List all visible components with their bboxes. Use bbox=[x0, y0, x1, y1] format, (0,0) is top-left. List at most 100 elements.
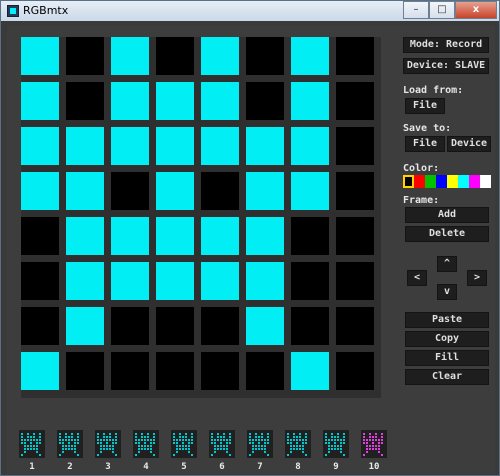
frame-thumbnail[interactable] bbox=[285, 430, 311, 458]
device-button[interactable]: Device: SLAVE bbox=[403, 58, 489, 74]
save-device-button[interactable]: Device bbox=[447, 136, 491, 152]
copy-button[interactable]: Copy bbox=[405, 331, 489, 347]
led-cell[interactable] bbox=[21, 172, 59, 210]
led-cell[interactable] bbox=[336, 172, 374, 210]
frame-thumbnail[interactable] bbox=[247, 430, 273, 458]
led-cell[interactable] bbox=[111, 352, 149, 390]
led-cell[interactable] bbox=[66, 172, 104, 210]
frame-thumbnail[interactable] bbox=[133, 430, 159, 458]
led-cell[interactable] bbox=[291, 262, 329, 300]
led-cell[interactable] bbox=[201, 37, 239, 75]
led-cell[interactable] bbox=[156, 127, 194, 165]
led-cell[interactable] bbox=[21, 307, 59, 345]
load-file-button[interactable]: File bbox=[405, 98, 445, 114]
led-cell[interactable] bbox=[21, 217, 59, 255]
frame-thumbnail[interactable] bbox=[95, 430, 121, 458]
shift-up-button[interactable]: ^ bbox=[437, 256, 457, 272]
led-cell[interactable] bbox=[156, 82, 194, 120]
clear-button[interactable]: Clear bbox=[405, 369, 489, 385]
led-cell[interactable] bbox=[336, 307, 374, 345]
led-cell[interactable] bbox=[156, 172, 194, 210]
frame-thumbnail[interactable] bbox=[209, 430, 235, 458]
led-cell[interactable] bbox=[66, 352, 104, 390]
shift-right-button[interactable]: > bbox=[467, 270, 487, 286]
led-cell[interactable] bbox=[21, 127, 59, 165]
led-cell[interactable] bbox=[336, 82, 374, 120]
led-cell[interactable] bbox=[201, 172, 239, 210]
led-cell[interactable] bbox=[111, 37, 149, 75]
frame-thumbnail[interactable] bbox=[57, 430, 83, 458]
led-cell[interactable] bbox=[156, 37, 194, 75]
led-cell[interactable] bbox=[156, 307, 194, 345]
led-cell[interactable] bbox=[336, 37, 374, 75]
led-cell[interactable] bbox=[21, 37, 59, 75]
fill-button[interactable]: Fill bbox=[405, 350, 489, 366]
mode-button[interactable]: Mode: Record bbox=[403, 37, 489, 53]
close-button[interactable]: x bbox=[455, 1, 497, 19]
led-cell[interactable] bbox=[336, 217, 374, 255]
led-cell[interactable] bbox=[66, 217, 104, 255]
led-cell[interactable] bbox=[66, 262, 104, 300]
color-swatch[interactable] bbox=[480, 175, 491, 188]
led-cell[interactable] bbox=[111, 217, 149, 255]
led-cell[interactable] bbox=[111, 262, 149, 300]
frame-thumbnail[interactable] bbox=[361, 430, 387, 458]
led-cell[interactable] bbox=[111, 127, 149, 165]
led-cell[interactable] bbox=[246, 82, 284, 120]
minimize-button[interactable]: – bbox=[403, 1, 429, 19]
led-cell[interactable] bbox=[201, 307, 239, 345]
led-cell[interactable] bbox=[291, 172, 329, 210]
led-cell[interactable] bbox=[336, 127, 374, 165]
save-file-button[interactable]: File bbox=[405, 136, 445, 152]
shift-left-button[interactable]: < bbox=[407, 270, 427, 286]
led-cell[interactable] bbox=[291, 307, 329, 345]
led-cell[interactable] bbox=[291, 37, 329, 75]
led-cell[interactable] bbox=[246, 217, 284, 255]
paste-button[interactable]: Paste bbox=[405, 312, 489, 328]
delete-frame-button[interactable]: Delete bbox=[405, 226, 489, 242]
led-cell[interactable] bbox=[66, 127, 104, 165]
title-bar[interactable]: RGBmtx – □ x bbox=[1, 1, 499, 21]
led-cell[interactable] bbox=[21, 82, 59, 120]
led-cell[interactable] bbox=[201, 352, 239, 390]
led-cell[interactable] bbox=[201, 127, 239, 165]
led-cell[interactable] bbox=[336, 262, 374, 300]
color-swatch[interactable] bbox=[425, 175, 436, 188]
color-swatch[interactable] bbox=[414, 175, 425, 188]
led-cell[interactable] bbox=[246, 352, 284, 390]
led-cell[interactable] bbox=[201, 82, 239, 120]
led-cell[interactable] bbox=[21, 352, 59, 390]
led-cell[interactable] bbox=[156, 352, 194, 390]
led-cell[interactable] bbox=[246, 37, 284, 75]
led-cell[interactable] bbox=[111, 82, 149, 120]
frame-thumbnail[interactable] bbox=[171, 430, 197, 458]
led-cell[interactable] bbox=[291, 82, 329, 120]
led-cell[interactable] bbox=[246, 307, 284, 345]
led-cell[interactable] bbox=[111, 307, 149, 345]
led-cell[interactable] bbox=[246, 127, 284, 165]
add-frame-button[interactable]: Add bbox=[405, 207, 489, 223]
led-cell[interactable] bbox=[246, 172, 284, 210]
led-cell[interactable] bbox=[201, 217, 239, 255]
led-cell[interactable] bbox=[156, 262, 194, 300]
led-cell[interactable] bbox=[291, 127, 329, 165]
led-cell[interactable] bbox=[336, 352, 374, 390]
led-cell[interactable] bbox=[291, 217, 329, 255]
frame-thumbnail[interactable] bbox=[323, 430, 349, 458]
led-cell[interactable] bbox=[111, 172, 149, 210]
shift-down-button[interactable]: v bbox=[437, 284, 457, 300]
frame-thumbnail[interactable] bbox=[19, 430, 45, 458]
color-swatch[interactable] bbox=[447, 175, 458, 188]
color-swatch[interactable] bbox=[436, 175, 447, 188]
color-swatch[interactable] bbox=[469, 175, 480, 188]
led-cell[interactable] bbox=[66, 37, 104, 75]
led-cell[interactable] bbox=[156, 217, 194, 255]
maximize-button[interactable]: □ bbox=[429, 1, 455, 19]
led-cell[interactable] bbox=[66, 307, 104, 345]
led-cell[interactable] bbox=[291, 352, 329, 390]
led-cell[interactable] bbox=[66, 82, 104, 120]
led-cell[interactable] bbox=[21, 262, 59, 300]
led-cell[interactable] bbox=[201, 262, 239, 300]
color-swatch[interactable] bbox=[458, 175, 469, 188]
led-cell[interactable] bbox=[246, 262, 284, 300]
